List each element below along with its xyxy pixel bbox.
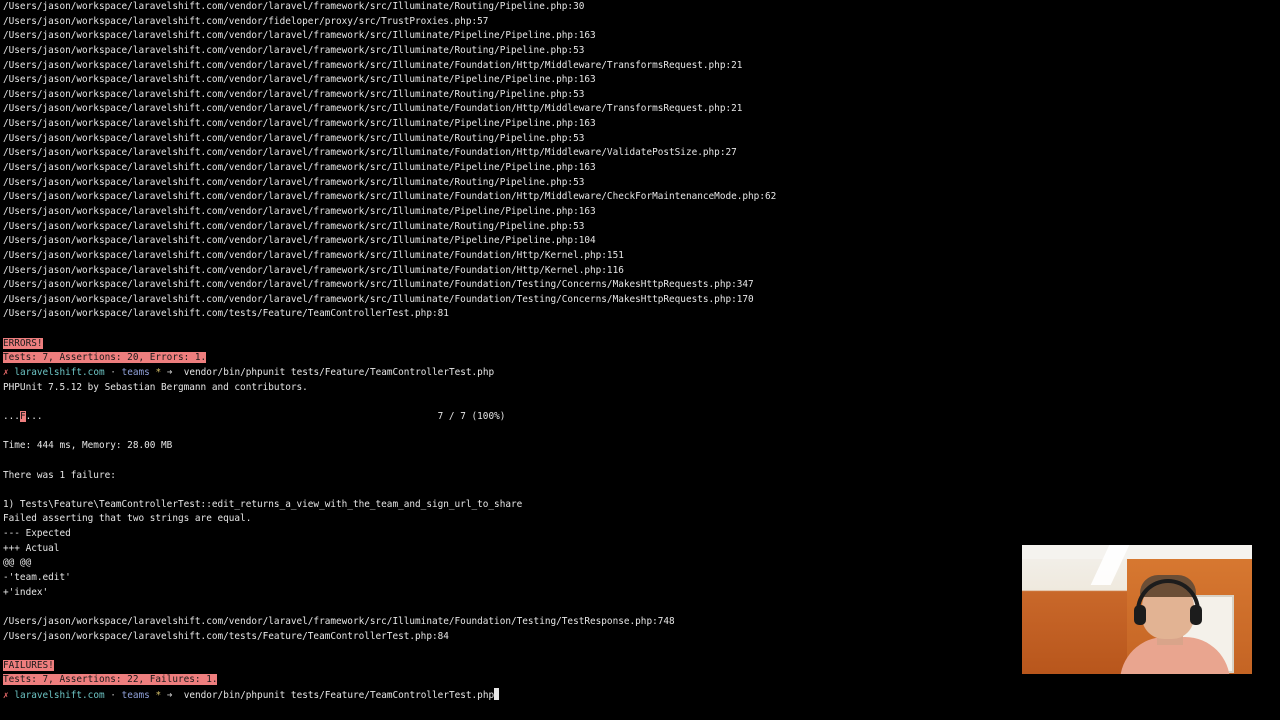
stack-trace-line: /Users/jason/workspace/laravelshift.com/… [3,59,743,71]
command-input[interactable]: vendor/bin/phpunit tests/Feature/TeamCon… [184,690,494,701]
stack-trace-line: /Users/jason/workspace/laravelshift.com/… [3,30,596,42]
prompt-dirty-indicator: * [149,690,167,702]
progress-count: 7 / 7 (100%) [437,410,506,422]
stack-trace-line: /Users/jason/workspace/laravelshift.com/… [3,205,596,217]
prompt-status-icon: ✗ [3,690,9,702]
stack-trace-line: /Users/jason/workspace/laravelshift.com/… [3,15,489,27]
text-cursor [494,688,500,701]
prompt-status-icon: ✗ [3,367,9,379]
prompt-git-branch: teams [121,367,150,379]
prompt-arrow-icon: ➜ [166,367,173,379]
prompt-directory: laravelshift.com [14,367,105,379]
phpunit-version: PHPUnit 7.5.12 by Sebastian Bergmann and… [3,381,308,393]
stack-trace-line: /Users/jason/workspace/laravelshift.com/… [3,191,777,203]
stack-trace-line: /Users/jason/workspace/laravelshift.com/… [3,264,624,276]
diff-expected: --- Expected [3,528,71,540]
stack-trace-line: /Users/jason/workspace/laravelshift.com/… [3,147,737,159]
stack-trace-line: /Users/jason/workspace/laravelshift.com/… [3,1,585,12]
shell-prompt: ✗ laravelshift.com · teams * ➜ vendor/bi… [3,366,1280,381]
failures-label: FAILURES! [3,659,54,671]
stack-trace-line: /Users/jason/workspace/laravelshift.com/… [3,74,596,86]
stack-trace-line: /Users/jason/workspace/laravelshift.com/… [3,162,596,174]
prompt-separator: · [104,367,122,379]
webcam-overlay [1022,545,1252,674]
stack-trace-line: /Users/jason/workspace/laravelshift.com/… [3,220,585,232]
stack-trace-line: /Users/jason/workspace/laravelshift.com/… [3,235,596,247]
stack-trace-line: /Users/jason/workspace/laravelshift.com/… [3,103,743,115]
prompt-command: vendor/bin/phpunit tests/Feature/TeamCon… [183,367,495,379]
failure-heading: There was 1 failure: [3,469,116,481]
errors-label: ERRORS! [3,337,43,349]
prompt-directory: laravelshift.com [14,690,105,702]
time-memory: Time: 444 ms, Memory: 28.00 MB [3,440,173,452]
prompt-separator: · [104,690,122,702]
errors-summary: Tests: 7, Assertions: 20, Errors: 1. [3,352,207,364]
stack-trace-line: /Users/jason/workspace/laravelshift.com/… [3,293,754,305]
failure-test-name: 1) Tests\Feature\TeamControllerTest::edi… [3,498,523,510]
stack-trace-line: /Users/jason/workspace/laravelshift.com/… [3,44,585,56]
failure-message: Failed asserting that two strings are eq… [3,513,252,525]
failures-summary: Tests: 7, Assertions: 22, Failures: 1. [3,674,218,686]
stack-trace-line: /Users/jason/workspace/laravelshift.com/… [3,132,585,144]
stack-trace-line: /Users/jason/workspace/laravelshift.com/… [3,176,585,188]
prompt-dirty-indicator: * [149,367,167,379]
shell-prompt-active[interactable]: ✗ laravelshift.com · teams * ➜ vendor/bi… [3,688,1280,703]
stack-trace-line: /Users/jason/workspace/laravelshift.com/… [3,308,449,320]
stack-trace-line: /Users/jason/workspace/laravelshift.com/… [3,279,754,291]
prompt-git-branch: teams [121,690,150,702]
stack-trace-line: /Users/jason/workspace/laravelshift.com/… [3,118,596,130]
stack-trace-line: /Users/jason/workspace/laravelshift.com/… [3,249,624,261]
progress-line: ...F... 7 / 7 (100%) [3,410,506,422]
terminal-window[interactable]: /Users/jason/workspace/laravelshift.com/… [0,0,1280,720]
prompt-arrow-icon: ➜ [166,690,173,702]
stack-trace: /Users/jason/workspace/laravelshift.com/… [3,0,1280,322]
stack-trace-line: /Users/jason/workspace/laravelshift.com/… [3,88,585,100]
